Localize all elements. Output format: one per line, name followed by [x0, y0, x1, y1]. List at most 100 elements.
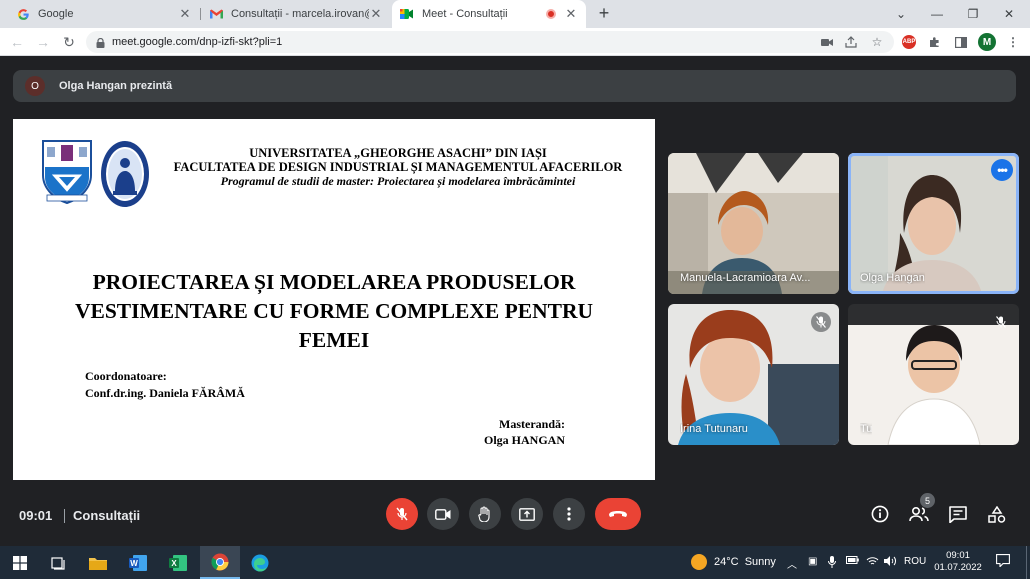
participant-count-badge: 5: [920, 493, 935, 508]
coordinator-label: Coordonatoare:: [85, 369, 167, 383]
participant-name: Olga Hangan: [860, 272, 925, 284]
clock-time: 09:01: [946, 550, 970, 561]
tab-title: Meet - Consultații: [422, 8, 508, 20]
more-vert-icon: [567, 507, 571, 521]
url-text: meet.google.com/dnp-izfi-skt?pli=1: [112, 36, 283, 48]
program-name: Programul de studii de master: Proiectar…: [220, 174, 576, 188]
meet-tray-icon[interactable]: ▣: [808, 556, 817, 567]
close-tab-icon[interactable]: ✕: [178, 6, 192, 22]
reload-button[interactable]: ↻: [60, 33, 78, 51]
student-label: Masterandă:: [499, 417, 565, 431]
more-options-icon[interactable]: •••: [991, 159, 1013, 181]
tab-google[interactable]: Google ✕: [8, 0, 200, 28]
university-name: UNIVERSITATEA „GHEORGHE ASACHI” DIN IAȘI: [249, 146, 547, 160]
meet-favicon-icon: [400, 7, 414, 21]
address-bar[interactable]: meet.google.com/dnp-izfi-skt?pli=1: [86, 31, 894, 53]
weather-widget[interactable]: 24°C Sunny: [714, 556, 776, 568]
browser-toolbar: ← → ↻ meet.google.com/dnp-izfi-skt?pli=1…: [0, 28, 1030, 56]
leave-call-button[interactable]: [595, 498, 641, 530]
microphone-tray-icon[interactable]: [828, 556, 836, 571]
participant-video: [848, 325, 1019, 445]
share-icon[interactable]: [840, 31, 862, 53]
svg-text:W: W: [130, 559, 138, 568]
microphone-toggle-button[interactable]: [386, 498, 418, 530]
minimize-button[interactable]: —: [920, 0, 954, 28]
present-screen-icon: [519, 507, 535, 521]
faculty-name: FACULTATEA DE DESIGN INDUSTRIAL ȘI MANAG…: [173, 160, 623, 174]
windows-taskbar: W X 24°C Sunny ︿ ▣ ROU 09:01 01.07.2022: [0, 546, 1030, 579]
notifications-icon[interactable]: [996, 554, 1010, 570]
system-clock[interactable]: 09:01 01.07.2022: [930, 550, 986, 574]
weather-sun-icon[interactable]: [691, 554, 707, 570]
presenting-banner: O Olga Hangan prezintă: [13, 70, 1016, 102]
activities-icon[interactable]: [986, 503, 1008, 525]
temperature: 24°C: [714, 556, 739, 568]
tab-meet[interactable]: Meet - Consultații ✕: [392, 0, 586, 28]
presentation-slide: UNIVERSITATEA „GHEORGHE ASACHI” DIN IAȘI…: [13, 119, 655, 480]
new-tab-button[interactable]: +: [594, 3, 614, 24]
close-tab-icon[interactable]: ✕: [369, 6, 383, 22]
thesis-title-line: FEMEI: [298, 328, 370, 352]
start-icon[interactable]: [0, 546, 40, 579]
clock-date: 01.07.2022: [934, 562, 982, 573]
browser-menu-icon[interactable]: ⋮: [1002, 31, 1024, 53]
participant-name: Manuela-Lacramioara Av...: [680, 272, 811, 284]
tab-gmail[interactable]: Consultații - marcela.irovan@gm ✕: [201, 0, 391, 28]
camera-status-icon[interactable]: [816, 31, 838, 53]
presenter-avatar: O: [25, 76, 45, 96]
coordinator-name: Conf.dr.ing. Daniela FĂRÂMĂ: [85, 386, 245, 400]
show-desktop-button[interactable]: [1026, 546, 1030, 579]
browser-tab-strip: Google ✕ Consultații - marcela.irovan@gm…: [0, 0, 1030, 28]
lock-icon: [96, 37, 105, 48]
presenting-text: Olga Hangan prezintă: [59, 80, 173, 92]
tab-title: Google: [38, 8, 74, 20]
extensions-puzzle-icon[interactable]: [924, 31, 946, 53]
thesis-title: PROIECTAREA ȘI MODELAREA PRODUSELOR VEST…: [23, 268, 645, 355]
raise-hand-button[interactable]: [469, 498, 501, 530]
word-icon[interactable]: W: [118, 546, 158, 579]
google-favicon-icon: [16, 7, 30, 21]
tray-overflow-chevron-icon[interactable]: ︿: [787, 556, 797, 571]
file-explorer-icon[interactable]: [78, 546, 118, 579]
camera-icon: [435, 508, 451, 520]
forward-button[interactable]: →: [34, 33, 52, 51]
volume-icon[interactable]: [884, 556, 897, 569]
university-seal-logo: [99, 139, 151, 209]
present-now-button[interactable]: [511, 498, 543, 530]
participant-tile[interactable]: ••• Olga Hangan: [848, 153, 1019, 294]
thesis-title-line: VESTIMENTARE CU FORME COMPLEXE PENTRU: [74, 299, 593, 323]
excel-icon[interactable]: X: [158, 546, 198, 579]
back-button[interactable]: ←: [8, 33, 26, 51]
meeting-clock: 09:01: [19, 508, 53, 523]
weather-condition: Sunny: [744, 556, 776, 568]
divider: [64, 509, 65, 523]
more-options-button[interactable]: [553, 498, 585, 530]
task-view-icon[interactable]: [38, 546, 78, 579]
tab-title: Consultații - marcela.irovan@gm: [231, 8, 369, 20]
thesis-title-line: PROIECTAREA ȘI MODELAREA PRODUSELOR: [92, 270, 576, 294]
restore-button[interactable]: ❐: [956, 0, 990, 28]
adblock-extension-icon[interactable]: ABP: [898, 31, 920, 53]
hand-icon: [478, 506, 490, 522]
participant-tile[interactable]: Tu: [848, 304, 1019, 445]
window-close-button[interactable]: ✕: [992, 0, 1026, 28]
mic-off-icon: [396, 507, 408, 521]
chrome-icon[interactable]: [200, 546, 240, 579]
tab-search-chevron-icon[interactable]: ⌄: [884, 0, 918, 28]
participant-tile[interactable]: Irina Tutunaru: [668, 304, 839, 445]
profile-avatar[interactable]: M: [976, 31, 998, 53]
chat-icon[interactable]: [947, 503, 969, 525]
participant-tile[interactable]: Manuela-Lacramioara Av...: [668, 153, 839, 294]
wifi-icon[interactable]: [866, 556, 879, 569]
gmail-favicon-icon: [209, 7, 223, 21]
edge-icon[interactable]: [240, 546, 280, 579]
close-tab-icon[interactable]: ✕: [564, 6, 578, 22]
side-panel-icon[interactable]: [950, 31, 972, 53]
student-name: Olga HANGAN: [484, 433, 565, 447]
battery-icon[interactable]: [846, 556, 859, 567]
meeting-name: Consultații: [73, 508, 141, 523]
input-language[interactable]: ROU: [904, 556, 926, 567]
camera-toggle-button[interactable]: [427, 498, 459, 530]
meeting-details-info-icon[interactable]: [869, 503, 891, 525]
bookmark-star-icon[interactable]: ☆: [866, 31, 888, 53]
